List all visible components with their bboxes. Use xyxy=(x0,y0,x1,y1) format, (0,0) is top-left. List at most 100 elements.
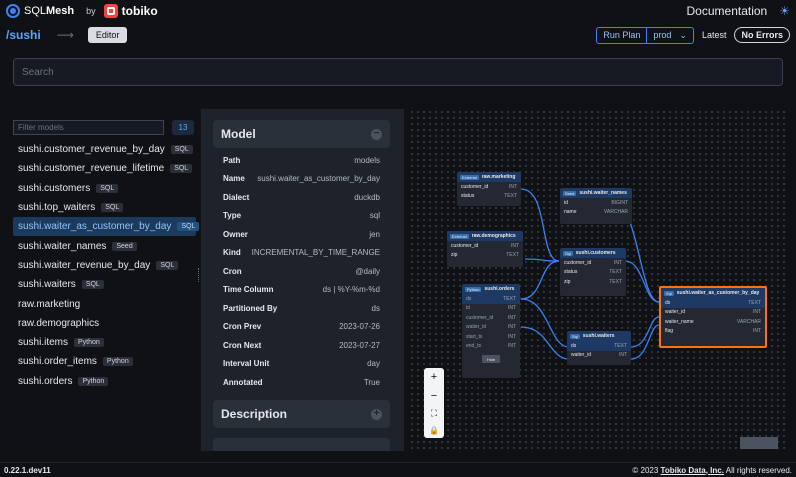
model-list-item[interactable]: sushi.waiter_as_customer_by_day SQL xyxy=(13,217,200,237)
model-list-item[interactable]: sushi.waiter_names Seed xyxy=(13,236,196,255)
node-column[interactable]: name VARCHAR xyxy=(560,208,632,218)
node-raw-marketing[interactable]: External raw.marketing customer_id INT statu… xyxy=(457,172,521,206)
node-column[interactable]: ds TEXT xyxy=(462,294,520,304)
documentation-link[interactable]: Documentation xyxy=(687,4,768,18)
node-column[interactable]: customer_id INT xyxy=(560,258,626,268)
model-list-item[interactable]: sushi.customers SQL xyxy=(13,179,196,198)
collapse-icon[interactable]: − xyxy=(371,128,382,140)
column-name: name xyxy=(564,209,577,216)
model-list-item[interactable]: sushi.orders Python xyxy=(13,372,196,391)
theme-toggle-sun-icon[interactable]: ☀ xyxy=(779,4,790,18)
node-header[interactable]: Python sushi.orders xyxy=(462,284,520,294)
node-column[interactable]: id BIGINT xyxy=(560,198,632,208)
node-column[interactable]: status TEXT xyxy=(457,192,521,202)
lineage-graph[interactable]: External raw.marketing customer_id INT statu… xyxy=(409,109,787,451)
node-title: raw.marketing xyxy=(481,174,516,180)
model-list-item[interactable]: sushi.customer_revenue_lifetime SQL xyxy=(13,159,196,178)
sqlmesh-logo[interactable]: SQLMesh by tobiko xyxy=(6,4,158,18)
next-section-header[interactable] xyxy=(213,438,390,451)
description-section-header[interactable]: Description + xyxy=(213,400,390,428)
left-resize-handle[interactable] xyxy=(198,268,200,282)
model-list-item[interactable]: raw.demographics xyxy=(13,314,196,333)
node-column[interactable]: customer_id INT xyxy=(462,313,520,323)
node-column[interactable]: status TEXT xyxy=(560,268,626,278)
model-list-item[interactable]: sushi.waiter_revenue_by_day SQL xyxy=(13,256,196,275)
model-list-item[interactable]: sushi.items Python xyxy=(13,333,196,352)
property-key: Cron xyxy=(223,266,242,276)
model-name: sushi.customers xyxy=(18,182,91,194)
property-key: Path xyxy=(223,155,241,165)
node-sushi-waiter-as-customer-by-day[interactable]: Sql sushi.waiter_as_customer_by_day ds TEXT… xyxy=(659,286,767,348)
column-name: zip xyxy=(451,252,458,259)
environment-value: prod xyxy=(653,29,672,40)
node-column[interactable]: waiter_name VARCHAR xyxy=(661,317,765,327)
model-list-item[interactable]: sushi.order_items Python xyxy=(13,352,196,371)
lock-icon[interactable]: 🔒 xyxy=(429,426,439,435)
node-column[interactable]: waiter_id INT xyxy=(661,308,765,318)
node-column[interactable]: ds TEXT xyxy=(567,341,631,351)
node-column[interactable]: end_ts INT xyxy=(462,342,520,352)
node-sushi-customers[interactable]: Sql sushi.customers customer_id INT status TE… xyxy=(560,248,626,296)
node-column[interactable]: flag INT xyxy=(661,327,765,337)
node-header[interactable]: External raw.marketing xyxy=(457,172,521,182)
filter-models-input[interactable]: Filter models xyxy=(13,120,164,135)
node-sushi-waiter-names[interactable]: Seed sushi.waiter_names id BIGINT name VARCHA… xyxy=(560,188,632,224)
sqlmesh-logo-text: SQLMesh xyxy=(24,5,75,17)
zoom-out-icon[interactable]: − xyxy=(431,390,437,402)
node-column[interactable]: ds TEXT xyxy=(661,298,765,308)
expand-icon[interactable]: + xyxy=(371,408,382,420)
node-column[interactable]: waiter_id INT xyxy=(567,351,631,361)
environment-select[interactable]: prod ⌄ xyxy=(647,28,693,43)
node-column[interactable]: waiter_id INT xyxy=(462,323,520,333)
zoom-in-icon[interactable]: + xyxy=(431,371,437,383)
model-list-item[interactable]: sushi.customer_revenue_by_day SQL xyxy=(13,140,196,159)
property-row: Name sushi.waiter_as_customer_by_day xyxy=(223,170,380,189)
property-value: ds | %Y-%m-%d xyxy=(322,285,380,295)
model-name: sushi.waiter_names xyxy=(18,240,107,252)
hide-columns-button[interactable]: Hide xyxy=(482,355,500,363)
model-list-item[interactable]: sushi.waiters SQL xyxy=(13,275,196,294)
node-sushi-waiters[interactable]: Sql sushi.waiters ds TEXT waiter_id INT xyxy=(567,331,631,365)
column-type: TEXT xyxy=(506,252,519,259)
column-name: end_ts xyxy=(466,343,482,350)
node-raw-demographics[interactable]: External raw.demographics customer_id INT zi… xyxy=(447,231,523,267)
node-column[interactable]: zip TEXT xyxy=(447,251,523,261)
column-name: customer_id xyxy=(466,314,494,321)
node-column[interactable]: start_ts INT xyxy=(462,332,520,342)
property-value: @daily xyxy=(355,266,380,276)
model-list-item[interactable]: raw.marketing xyxy=(13,294,196,313)
model-section-header[interactable]: Model − xyxy=(213,120,390,148)
node-column[interactable]: id INT xyxy=(462,304,520,314)
run-plan-button[interactable]: Run Plan xyxy=(597,27,648,43)
property-row: Interval Unit day xyxy=(223,355,380,374)
node-header[interactable]: Sql sushi.customers xyxy=(560,248,626,258)
model-type-tag: SQL xyxy=(170,164,193,174)
property-value: 2023-07-27 xyxy=(339,340,380,350)
model-list-item[interactable]: sushi.top_waiters SQL xyxy=(13,198,196,217)
column-type: INT xyxy=(752,328,761,335)
fit-view-icon[interactable]: ⛶ xyxy=(431,408,437,419)
company-link[interactable]: Tobiko Data, Inc. xyxy=(661,466,724,475)
search-input[interactable]: Search xyxy=(13,58,783,86)
graph-minimap[interactable] xyxy=(740,437,778,449)
node-sushi-orders[interactable]: Python sushi.orders ds TEXT id INT customer_id… xyxy=(462,284,520,378)
node-header[interactable]: Sql sushi.waiter_as_customer_by_day xyxy=(661,288,765,298)
project-name[interactable]: /sushi xyxy=(6,28,41,42)
node-header[interactable]: Seed sushi.waiter_names xyxy=(560,188,632,198)
model-name: sushi.top_waiters xyxy=(18,202,96,214)
property-row: Owner jen xyxy=(223,225,380,244)
model-type-tag: Seed xyxy=(112,241,137,251)
model-section-title: Model xyxy=(221,127,256,141)
model-type-tag: Python xyxy=(102,357,133,367)
editor-button[interactable]: Editor xyxy=(87,27,128,43)
version-label: 0.22.1.dev11 xyxy=(4,465,51,475)
column-name: waiter_id xyxy=(571,352,592,359)
node-header[interactable]: External raw.demographics xyxy=(447,231,523,241)
node-column[interactable]: customer_id INT xyxy=(447,241,523,251)
node-column[interactable]: customer_id INT xyxy=(457,182,521,192)
property-key: Dialect xyxy=(223,192,250,202)
node-column[interactable]: zip TEXT xyxy=(560,277,626,287)
errors-badge[interactable]: No Errors xyxy=(734,27,790,43)
node-header[interactable]: Sql sushi.waiters xyxy=(567,331,631,341)
node-type-tag: Sql xyxy=(563,250,573,256)
